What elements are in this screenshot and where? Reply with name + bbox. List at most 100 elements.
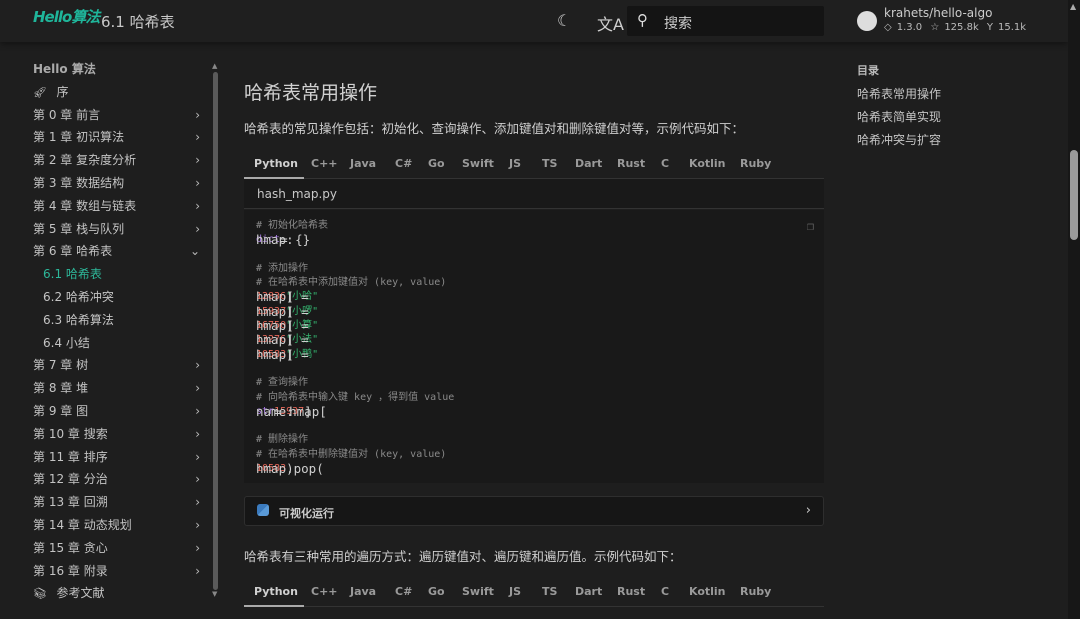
code-token: # 在哈希表中添加键值对 (key, value) [256, 277, 447, 289]
repo-stars: 125.8k [944, 22, 979, 33]
sidebar-item[interactable]: 第 10 章 搜索 › [33, 425, 208, 448]
rocket-icon: 🚀︎ [33, 85, 51, 99]
tab-csharp[interactable]: C# [395, 157, 412, 170]
tab-rust[interactable]: Rust [617, 585, 645, 598]
sidebar-item[interactable]: 第 13 章 回溯 › [33, 493, 208, 516]
repo-forks: 15.1k [998, 22, 1027, 33]
sidebar-item-label: 第 10 章 搜索 [33, 426, 108, 441]
code-line: hmap[10583] = "小鸭" [256, 346, 812, 362]
site-logo[interactable]: Hello算法 [33, 6, 100, 27]
sidebar-item[interactable]: 6.2 哈希冲突 [33, 288, 208, 311]
tab-ts[interactable]: TS [542, 585, 557, 598]
tab-swift[interactable]: Swift [462, 585, 494, 598]
sidebar-item[interactable]: 第 3 章 数据结构 › [33, 174, 208, 197]
sidebar-item-label: 第 14 章 动态规划 [33, 517, 132, 532]
sidebar-item-label: 第 16 章 附录 [33, 563, 108, 578]
sidebar-item[interactable]: 第 5 章 栈与队列 › [33, 220, 208, 243]
chevron-right-icon: › [195, 403, 200, 418]
sidebar-item[interactable]: 第 4 章 数组与链表 › [33, 197, 208, 220]
tab-go[interactable]: Go [428, 157, 445, 170]
tab-rust[interactable]: Rust [617, 157, 645, 170]
sidebar-item[interactable]: 6.3 哈希算法 [33, 311, 208, 334]
tab-ruby[interactable]: Ruby [740, 157, 771, 170]
chevron-right-icon: › [195, 517, 200, 532]
code-line: hmap[13276] = "小法" [256, 332, 812, 348]
tab-swift[interactable]: Swift [462, 157, 494, 170]
page-scrollbar-thumb[interactable] [1070, 150, 1078, 240]
sidebar-item-label: 第 2 章 复杂度分析 [33, 153, 137, 168]
code-line: hmap: dict = {} [256, 232, 812, 247]
code-token: = hmap[ [274, 403, 327, 419]
code-token: # 添加操作 [256, 262, 309, 274]
chevron-right-icon: › [195, 381, 200, 396]
sidebar-item-label: 第 5 章 栈与队列 [33, 221, 125, 236]
sidebar-item[interactable]: 6.4 小结 [33, 334, 208, 357]
tab-kotlin[interactable]: Kotlin [689, 157, 726, 170]
sidebar-item[interactable]: 🚀︎ 序 [33, 83, 208, 106]
sidebar-item[interactable]: 第 9 章 图 › [33, 402, 208, 425]
tab-js[interactable]: JS [509, 157, 521, 170]
code-token: ] = [286, 332, 309, 348]
tab-c[interactable]: C [661, 585, 669, 598]
code-line: # 删除操作 [256, 433, 812, 447]
sidebar-scrollbar[interactable] [213, 72, 218, 590]
sidebar-item[interactable]: 第 7 章 树 › [33, 356, 208, 379]
tab-cpp[interactable]: C++ [311, 585, 338, 598]
sidebar-item[interactable]: 第 1 章 初识算法 › [33, 128, 208, 151]
sidebar-item[interactable]: 第 15 章 贪心 › [33, 539, 208, 562]
toc-item[interactable]: 哈希表简单实现 [857, 108, 941, 131]
sidebar-item-label: 第 0 章 前言 [33, 107, 101, 122]
chevron-right-icon: › [195, 426, 200, 441]
theme-toggle-icon[interactable]: ☾ [557, 11, 571, 30]
sidebar-item[interactable]: 第 14 章 动态规划 › [33, 516, 208, 539]
toc-item[interactable]: 哈希表常用操作 [857, 85, 941, 108]
code-token: # 向哈希表中输入键 key ，得到值 value [256, 391, 455, 403]
tab-dart[interactable]: Dart [575, 585, 602, 598]
visualize-run-panel[interactable]: 可视化运行 › [244, 496, 824, 526]
sidebar-item[interactable]: 第 16 章 附录 › [33, 562, 208, 585]
sidebar-item[interactable]: 第 12 章 分治 › [33, 470, 208, 493]
chevron-right-icon: › [195, 107, 200, 122]
tab-ruby[interactable]: Ruby [740, 585, 771, 598]
tab-java[interactable]: Java [350, 157, 376, 170]
sidebar-item[interactable]: 6.1 哈希表 [33, 265, 208, 288]
tab-js[interactable]: JS [509, 585, 521, 598]
sidebar-item[interactable]: 第 8 章 堆 › [33, 379, 208, 402]
tab-python[interactable]: Python [254, 585, 298, 598]
tab-java[interactable]: Java [350, 585, 376, 598]
toc-item[interactable]: 哈希冲突与扩容 [857, 131, 941, 154]
sidebar-item[interactable]: 📚︎ 参考文献 [33, 584, 208, 607]
sidebar-scroll-down[interactable]: ▼ [212, 590, 217, 598]
code-line: name: str = hmap[15937] [256, 403, 812, 419]
search-input[interactable]: ⚲ 搜索 [627, 6, 824, 36]
chevron-right-icon: › [805, 503, 811, 518]
tab-kotlin[interactable]: Kotlin [689, 585, 726, 598]
sidebar-item[interactable]: 第 2 章 复杂度分析 › [33, 151, 208, 174]
copy-icon[interactable]: ❐ [807, 219, 814, 233]
tab-c[interactable]: C [661, 157, 669, 170]
tab-csharp[interactable]: C# [395, 585, 412, 598]
tab-cpp[interactable]: C++ [311, 157, 338, 170]
search-icon: ⚲ [637, 11, 648, 29]
code-token: ] [304, 403, 312, 419]
code-block: ❐ # 初始化哈希表 hmap: dict = {} # 添加操作 # 在哈希表中添… [244, 210, 824, 483]
page-scrollbar[interactable]: ▲ [1068, 0, 1080, 619]
tab-ts[interactable]: TS [542, 157, 557, 170]
language-icon[interactable]: 文A [597, 11, 624, 35]
repo-name: krahets/hello-algo [884, 6, 993, 20]
code-token: ] = [286, 289, 309, 305]
sidebar-item-label: 参考文献 [56, 586, 105, 601]
sidebar-item[interactable]: 第 11 章 排序 › [33, 448, 208, 471]
tab-python[interactable]: Python [254, 157, 298, 170]
code-token: ] = [286, 346, 309, 362]
sidebar-item-label: 第 4 章 数组与链表 [33, 198, 137, 213]
sidebar-item[interactable]: 第 0 章 前言 › [33, 106, 208, 129]
tab-dart[interactable]: Dart [575, 157, 602, 170]
visualize-run-label: 可视化运行 [279, 507, 334, 520]
sidebar-scroll-up[interactable]: ▲ [212, 62, 217, 70]
scroll-up-arrow[interactable]: ▲ [1070, 2, 1076, 11]
sidebar-item[interactable]: 第 6 章 哈希表 ⌄ [33, 242, 208, 265]
sidebar-item-label: 第 12 章 分治 [33, 472, 108, 487]
tab-go[interactable]: Go [428, 585, 445, 598]
chevron-right-icon: › [195, 449, 200, 464]
